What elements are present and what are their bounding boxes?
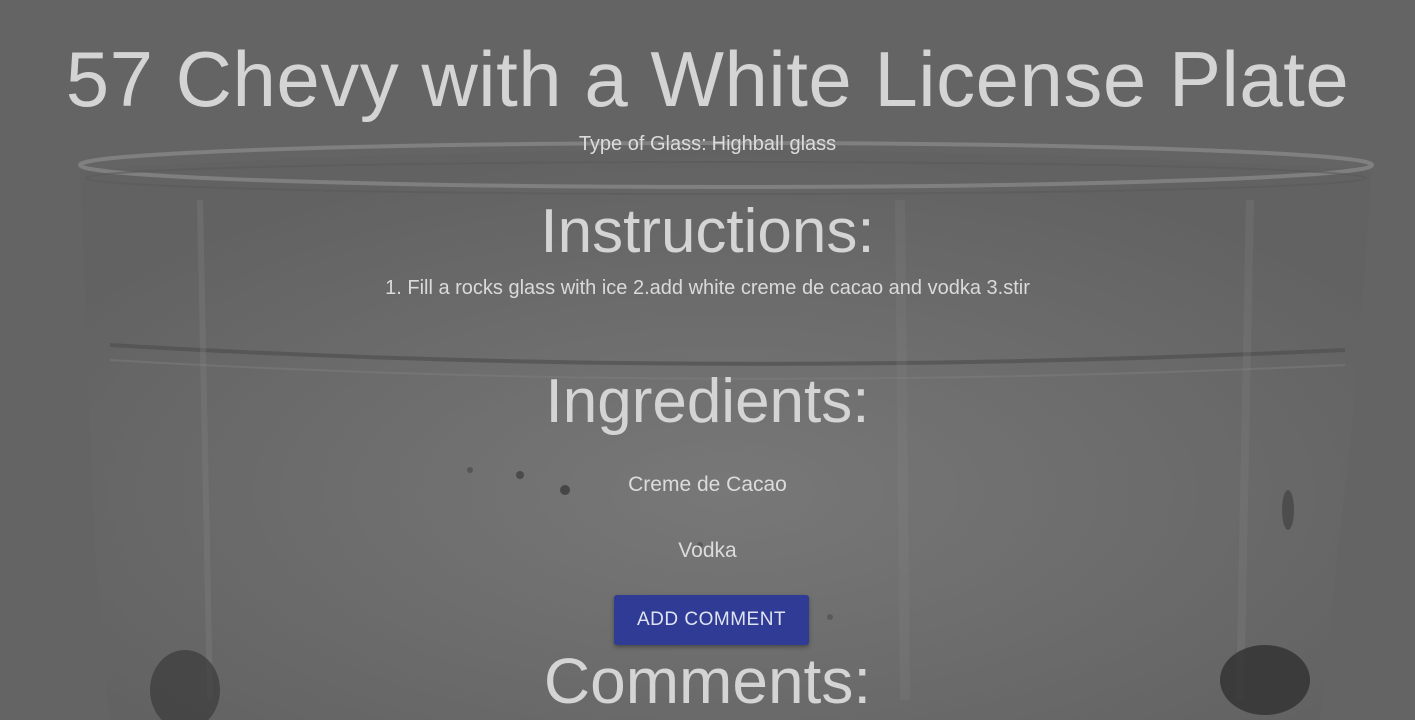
comments-heading: Comments: (543, 645, 872, 717)
glass-type-label: Type of Glass: (578, 133, 707, 155)
instructions-heading: Instructions: (540, 197, 875, 266)
ingredients-heading: Ingredients: (545, 367, 870, 436)
drink-title: 57 Chevy with a White License Plate (65, 35, 1350, 123)
ingredient-item: Creme de Cacao (628, 473, 787, 496)
glass-type-value: Highball glass (711, 133, 837, 155)
glass-type: Type of Glass: Highball glass (0, 132, 1415, 156)
instructions-text: 1. Fill a rocks glass with ice 2.add whi… (385, 277, 1030, 299)
ingredient-item: Vodka (678, 539, 737, 562)
add-comment-button[interactable]: ADD COMMENT (614, 595, 809, 645)
drink-detail-page: 57 Chevy with a White License Plate Type… (0, 0, 1415, 720)
